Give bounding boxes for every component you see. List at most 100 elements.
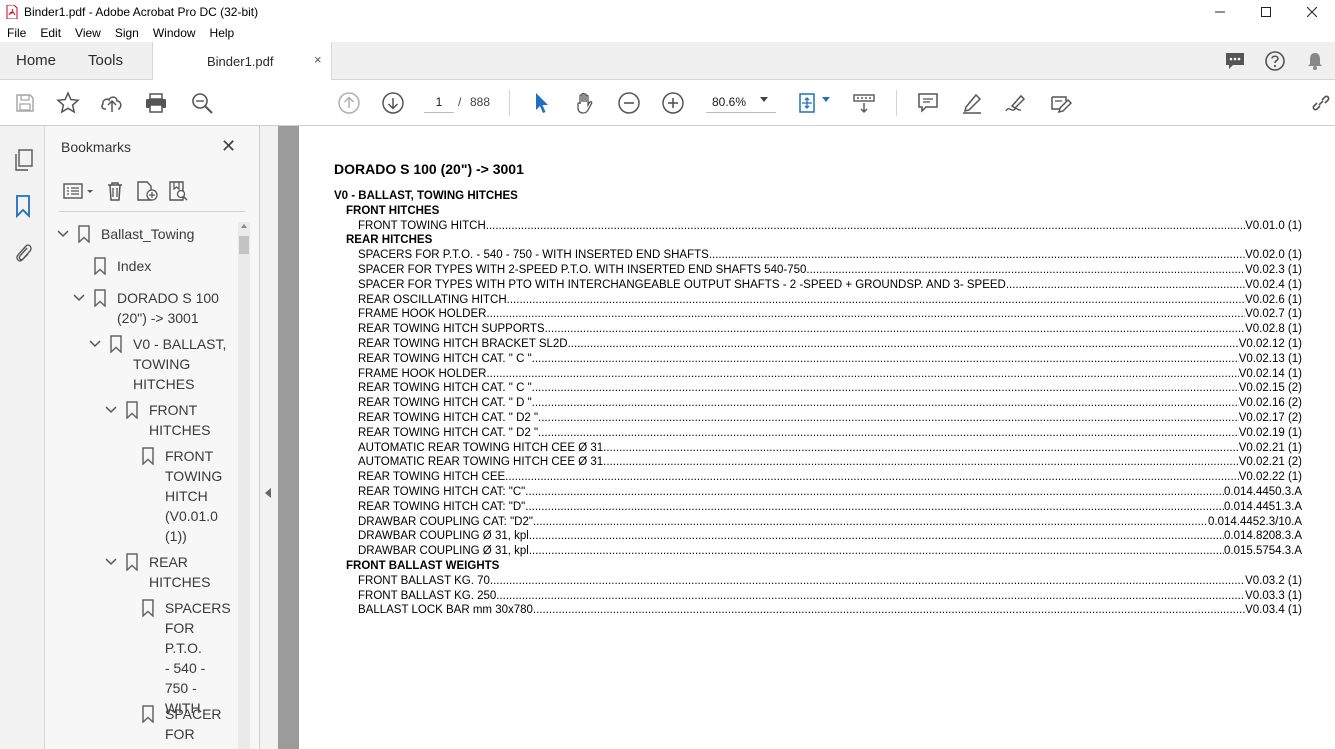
index-entry[interactable]: REAR TOWING HITCH CAT. " C " V0.02.15 (2) xyxy=(358,381,1302,397)
new-bookmark-icon[interactable] xyxy=(131,178,163,204)
menu-window[interactable]: Window xyxy=(146,26,203,40)
tab-close-icon[interactable]: × xyxy=(314,52,322,67)
index-entry-title: SPACER FOR TYPES WITH PTO WITH INTERCHAN… xyxy=(358,278,1006,291)
index-entry-title: FRONT HITCHES xyxy=(346,204,440,217)
help-icon[interactable] xyxy=(1255,50,1295,72)
index-entry[interactable]: REAR TOWING HITCH CAT. " C " V0.02.13 (1) xyxy=(358,351,1302,367)
index-entry-title: REAR TOWING HITCH CEE xyxy=(358,471,506,484)
maximize-icon[interactable] xyxy=(1243,0,1289,24)
bookmark-node-dorado[interactable]: DORADO S 100 (20") -> 3001 xyxy=(71,288,219,328)
keyboard-scroll-icon[interactable] xyxy=(852,91,876,115)
bookmark-label: FRONT HITCHES xyxy=(149,402,211,438)
index-entry[interactable]: FRONT TOWING HITCH V0.01.0 (1) xyxy=(358,218,1302,234)
draw-sign-icon[interactable] xyxy=(1004,91,1028,115)
zoom-search-icon[interactable] xyxy=(190,91,214,115)
index-entry[interactable]: AUTOMATIC REAR TOWING HITCH CEE Ø 31 V0.0… xyxy=(358,440,1302,456)
index-entry-reference: V0.02.14 (1) xyxy=(1238,366,1302,382)
delete-bookmark-icon[interactable] xyxy=(99,178,131,204)
tab-document[interactable]: Binder1.pdf × xyxy=(152,42,332,80)
menu-edit[interactable]: Edit xyxy=(33,26,68,40)
index-entry[interactable]: REAR TOWING HITCH CAT. " D2 " V0.02.19 (1… xyxy=(358,425,1302,441)
select-cursor-icon[interactable] xyxy=(529,91,553,115)
bookmark-node-v0-ballast[interactable]: V0 - BALLAST, TOWING HITCHES xyxy=(87,334,226,394)
tab-home[interactable]: Home xyxy=(16,52,56,69)
menu-view[interactable]: View xyxy=(68,26,108,40)
chevron-down-icon[interactable] xyxy=(103,402,119,418)
index-entry[interactable]: REAR TOWING HITCH CAT: "C" 0.014.4450.3.A xyxy=(358,485,1302,500)
menu-file[interactable]: File xyxy=(0,26,33,40)
bookmarks-scrollbar[interactable] xyxy=(238,222,250,749)
index-entry[interactable]: FRONT BALLAST KG. 250 V0.03.3 (1) xyxy=(358,588,1302,604)
highlight-pen-icon[interactable] xyxy=(960,91,984,115)
index-entry[interactable]: FRAME HOOK HOLDER V0.02.7 (1) xyxy=(358,307,1302,323)
index-entry[interactable]: SPACERS FOR P.T.O. - 540 - 750 - WITH IN… xyxy=(358,248,1302,263)
index-entry[interactable]: SPACER FOR TYPES WITH PTO WITH INTERCHAN… xyxy=(358,277,1302,293)
tab-tools[interactable]: Tools xyxy=(88,52,123,69)
bookmark-node-spacer-types[interactable]: SPACER FOR xyxy=(119,704,222,744)
chevron-down-icon[interactable] xyxy=(103,554,119,570)
bookmarks-panel-icon[interactable] xyxy=(10,193,36,219)
bookmark-node-rear-hitches[interactable]: REAR HITCHES xyxy=(103,552,210,592)
previous-page-icon[interactable] xyxy=(337,91,361,115)
add-comment-icon[interactable] xyxy=(916,91,940,115)
scroll-up-arrow-icon[interactable] xyxy=(241,224,247,228)
comment-bubble-icon[interactable] xyxy=(1215,51,1255,71)
zoom-out-icon[interactable] xyxy=(617,91,641,115)
print-icon[interactable] xyxy=(144,91,168,115)
index-entry[interactable]: DRAWBAR COUPLING Ø 31, kpl 0.015.5754.3.A xyxy=(358,544,1302,559)
index-entry[interactable]: DRAWBAR COUPLING Ø 31, kpl 0.014.8208.3.A xyxy=(358,529,1302,545)
fill-sign-icon[interactable] xyxy=(1048,91,1072,115)
index-entry[interactable]: REAR TOWING HITCH CAT. " D " V0.02.16 (2) xyxy=(358,396,1302,411)
fit-options-chevron-icon[interactable] xyxy=(822,97,830,102)
index-entry[interactable]: DRAWBAR COUPLING CAT: "D2" 0.014.4452.3/1… xyxy=(358,514,1302,530)
scrollbar-thumb[interactable] xyxy=(239,236,249,254)
index-entry[interactable]: REAR TOWING HITCH CAT. " D2 " V0.02.17 (2… xyxy=(358,411,1302,426)
menu-sign[interactable]: Sign xyxy=(108,26,146,40)
collapse-left-arrow-icon[interactable] xyxy=(265,488,271,498)
minimize-icon[interactable] xyxy=(1197,0,1243,24)
index-entry[interactable]: REAR TOWING HITCH SUPPORTS V0.02.8 (1) xyxy=(358,322,1302,337)
attachments-paperclip-icon[interactable] xyxy=(10,239,36,265)
chevron-down-icon[interactable] xyxy=(760,97,768,102)
find-bookmark-icon[interactable] xyxy=(163,178,195,204)
index-entry[interactable]: REAR OSCILLATING HITCH V0.02.6 (1) xyxy=(358,292,1302,308)
bookmark-node-front-hitches[interactable]: FRONT HITCHES xyxy=(103,400,210,440)
index-entry-title: AUTOMATIC REAR TOWING HITCH CEE Ø 31 xyxy=(358,441,604,454)
chevron-down-icon[interactable] xyxy=(71,290,87,306)
upload-cloud-icon[interactable] xyxy=(100,91,124,115)
dot-leader xyxy=(533,515,1208,530)
panel-collapse-strip[interactable] xyxy=(260,126,278,749)
close-icon[interactable]: ✕ xyxy=(221,136,236,157)
index-entry-reference: V0.03.2 (1) xyxy=(1245,573,1302,589)
chevron-down-icon[interactable] xyxy=(55,226,71,242)
fit-page-icon[interactable] xyxy=(796,91,820,115)
menu-help[interactable]: Help xyxy=(203,26,242,40)
index-entry[interactable]: REAR TOWING HITCH CEE V0.02.22 (1) xyxy=(358,470,1302,485)
page-number-input[interactable]: 1 xyxy=(424,91,454,113)
index-entry-title: REAR HITCHES xyxy=(346,234,433,247)
save-icon[interactable] xyxy=(13,91,37,115)
notification-bell-icon[interactable] xyxy=(1295,51,1335,71)
zoom-level-select[interactable]: 80.6% xyxy=(706,91,776,113)
bookmark-node-index[interactable]: Index xyxy=(71,256,151,276)
page-thumbnails-icon[interactable] xyxy=(10,147,36,173)
bookmark-node-front-towing-hitch[interactable]: FRONT TOWING HITCH (V0.01.0 (1)) xyxy=(119,446,222,546)
index-entry[interactable]: FRONT BALLAST KG. 70 V0.03.2 (1) xyxy=(358,573,1302,589)
index-entry[interactable]: BALLAST LOCK BAR mm 30x780 V0.03.4 (1) xyxy=(358,603,1302,619)
link-icon[interactable] xyxy=(1309,91,1333,115)
index-entry[interactable]: REAR TOWING HITCH BRACKET SL2D V0.02.12 (… xyxy=(358,337,1302,352)
next-page-icon[interactable] xyxy=(381,91,405,115)
chevron-down-icon[interactable] xyxy=(87,336,103,352)
bookmark-node-spacers-pto[interactable]: SPACERS FOR P.T.O. - 540 -750 - WITH xyxy=(119,598,235,718)
index-entry-reference: 0.015.5754.3.A xyxy=(1223,544,1302,559)
hand-tool-icon[interactable] xyxy=(573,91,597,115)
index-entry[interactable]: REAR TOWING HITCH CAT: "D" 0.014.4451.3.A xyxy=(358,499,1302,515)
bookmark-node-ballast-towing[interactable]: Ballast_Towing xyxy=(55,224,194,244)
bookmark-options-icon[interactable] xyxy=(59,178,99,204)
index-entry[interactable]: AUTOMATIC REAR TOWING HITCH CEE Ø 31 V0.0… xyxy=(358,455,1302,471)
index-entry[interactable]: SPACER FOR TYPES WITH 2-SPEED P.T.O. WIT… xyxy=(358,263,1302,278)
zoom-in-icon[interactable] xyxy=(661,91,685,115)
close-icon[interactable] xyxy=(1289,0,1335,24)
star-icon[interactable] xyxy=(56,91,80,115)
index-entry[interactable]: FRAME HOOK HOLDER V0.02.14 (1) xyxy=(358,366,1302,382)
